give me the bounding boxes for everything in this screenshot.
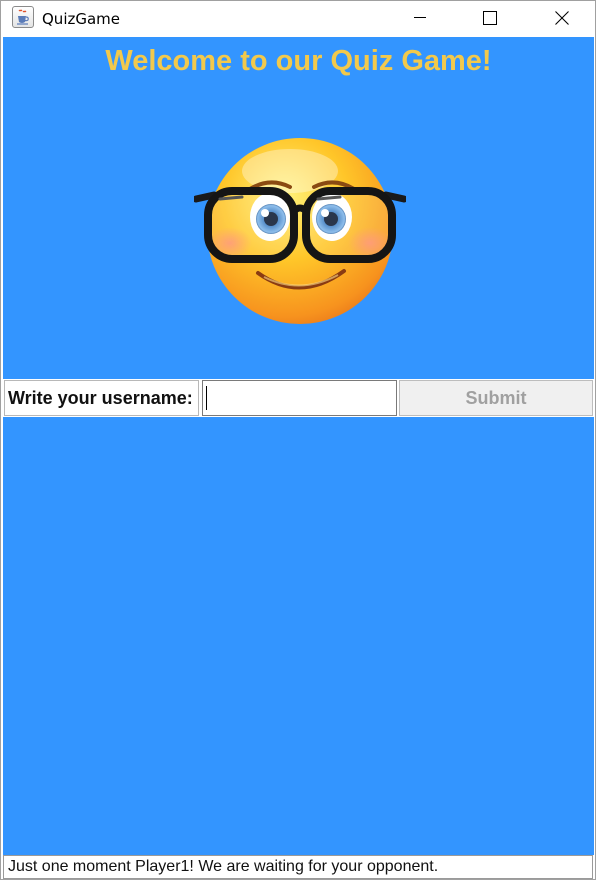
welcome-heading: Welcome to our Quiz Game! — [105, 45, 492, 77]
nerd-emoji-mascot-image — [194, 138, 406, 324]
text-cursor — [206, 386, 207, 410]
java-coffee-cup-icon[interactable] — [12, 6, 34, 28]
maximize-button[interactable] — [466, 1, 512, 34]
window-title: QuizGame — [42, 10, 121, 28]
quiz-game-window: QuizGame Welcome to our Quiz Game! Write… — [0, 0, 596, 880]
close-button[interactable] — [538, 1, 584, 34]
maximize-icon — [483, 11, 497, 25]
minimize-icon — [414, 17, 426, 18]
status-message: Just one moment Player1! We are waiting … — [3, 855, 593, 879]
main-panel: Welcome to our Quiz Game! Write your use… — [3, 37, 594, 855]
submit-button[interactable]: Submit — [399, 380, 593, 416]
username-form: Write your username: Submit — [3, 379, 594, 417]
minimize-button[interactable] — [396, 1, 442, 34]
username-input[interactable] — [202, 380, 397, 416]
username-label: Write your username: — [4, 380, 199, 416]
close-icon — [555, 11, 569, 25]
title-bar[interactable]: QuizGame — [1, 1, 595, 36]
